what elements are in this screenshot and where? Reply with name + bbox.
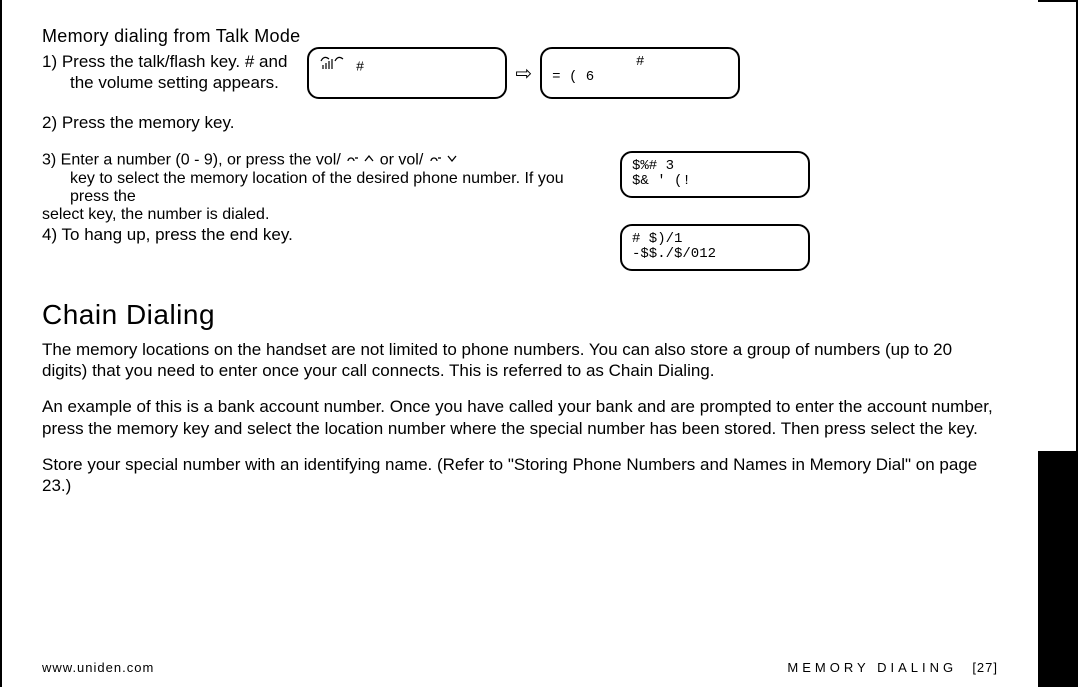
chain-dialing-title: Chain Dialing	[42, 299, 1008, 331]
step3-range: 0 - 9	[181, 151, 213, 168]
step3-text-a: 3) Enter a number (	[42, 151, 181, 168]
lcd-talk: #	[307, 47, 507, 99]
footer-section: MEMORY DIALING [27]	[787, 660, 998, 675]
footer-page-number: [27]	[972, 660, 998, 675]
step3-text-b: ), or press the	[213, 151, 312, 168]
chain-p2-key1: memory	[117, 419, 178, 438]
step2: 2) Press the memory key.	[42, 112, 602, 133]
step4: 4) To hang up, press the end key.	[42, 224, 602, 245]
step3-block: 3) Enter a number (0 - 9), or press the …	[42, 151, 1008, 224]
step1-text-a: 1) Press the	[42, 52, 134, 71]
step2-text-b: key.	[205, 113, 235, 132]
step4-block: 4) To hang up, press the end key. # $)/1…	[42, 224, 1008, 271]
lcd-volume: # = ( 6	[540, 47, 740, 99]
lcd-dialing: # $)/1 -$$./$/012	[620, 224, 810, 271]
page-footer: www.uniden.com MEMORY DIALING [27]	[42, 660, 998, 675]
chain-p2-key2: select	[870, 419, 914, 438]
signal-icon	[319, 55, 347, 78]
thumb-tab	[1038, 0, 1078, 687]
step1-block: 1) Press the talk/flash key. # and the v…	[42, 51, 1008, 112]
step3-text-e: key, the number is dialed.	[88, 206, 269, 223]
step3-text-d: key to select the memory location of the…	[42, 170, 602, 206]
bell-ring-up-icon	[345, 151, 375, 170]
lcd-memory-l2: $& ' (!	[632, 174, 798, 189]
talk-mode-heading: Memory dialing from Talk Mode	[42, 26, 1008, 47]
chain-p3: Store your special number with an identi…	[42, 454, 1002, 498]
chain-p2: An example of this is a bank account num…	[42, 396, 1002, 440]
chain-p2-b: key and select the location number where…	[183, 419, 866, 438]
footer-section-name: MEMORY DIALING	[787, 660, 957, 675]
lcd-row: # ⇨ # = ( 6	[307, 47, 740, 99]
chain-p1: The memory locations on the handset are …	[42, 339, 1002, 383]
step2-key: memory	[138, 113, 199, 132]
lcd-talk-text: #	[356, 59, 364, 75]
lcd-volume-l1: #	[552, 55, 728, 70]
step2-text-a: 2) Press the	[42, 113, 134, 132]
step1-text-b: key. # and	[210, 52, 287, 71]
thumb-tab-white	[1038, 0, 1078, 453]
lcd-memory: $%# 3 $& ' (!	[620, 151, 810, 198]
chain-p2-c: the key.	[920, 419, 978, 438]
arrow-right-icon: ⇨	[515, 61, 532, 86]
step1-key: talk/flash	[138, 52, 205, 71]
step4-key: end	[230, 225, 258, 244]
step4-text-b: key.	[263, 225, 293, 244]
step1: 1) Press the talk/flash key. # and the v…	[42, 51, 287, 94]
lcd-dialing-l1: # $)/1	[632, 232, 798, 247]
step3-key1: vol/	[316, 151, 341, 168]
footer-url: www.uniden.com	[42, 660, 154, 675]
step3-key2: select	[42, 206, 84, 223]
lcd-volume-l2: = ( 6	[552, 70, 728, 85]
thumb-tab-black	[1038, 453, 1078, 687]
lcd-dialing-l2: -$$./$/012	[632, 247, 798, 262]
step4-text-a: 4) To hang up, press the	[42, 225, 225, 244]
step3: 3) Enter a number (0 - 9), or press the …	[42, 151, 602, 224]
manual-page: Memory dialing from Talk Mode 1) Press t…	[0, 0, 1040, 687]
step1-text-c: the volume setting appears.	[42, 72, 279, 93]
step3-text-c: or vol/	[380, 151, 424, 168]
bell-ring-down-icon	[428, 151, 458, 170]
lcd-memory-l1: $%# 3	[632, 159, 798, 174]
